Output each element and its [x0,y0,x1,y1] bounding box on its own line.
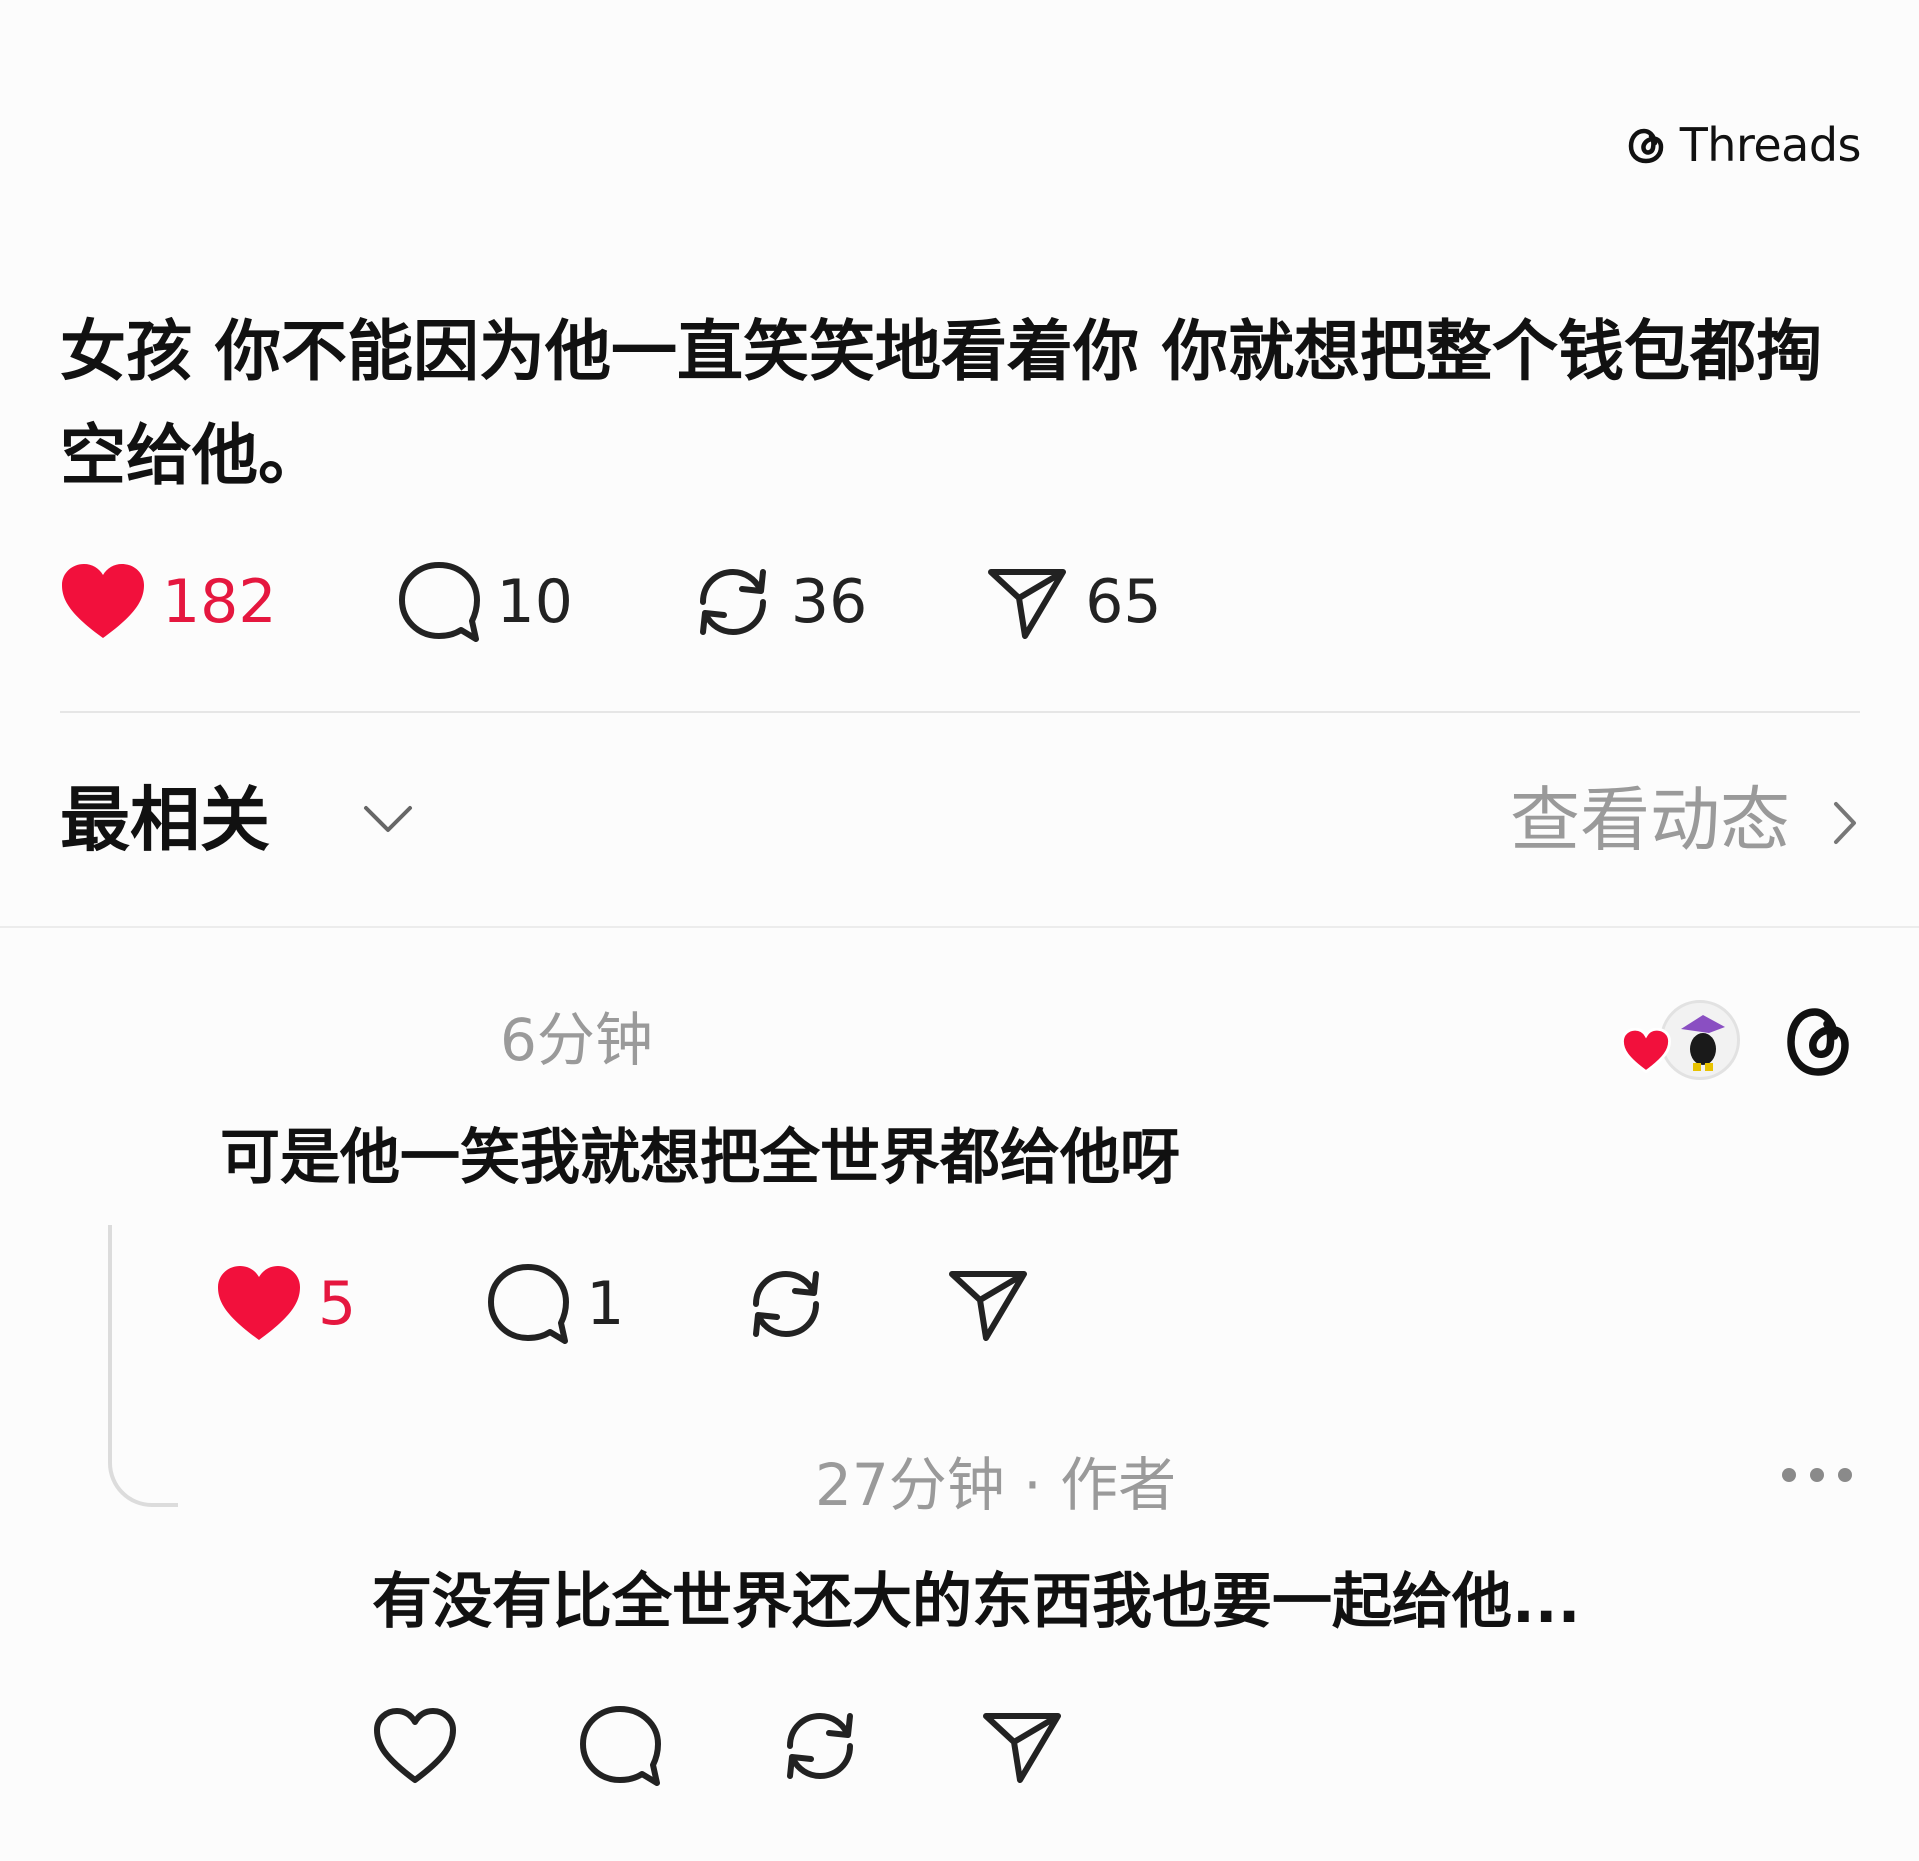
more-dot-icon [1838,1468,1852,1482]
comment-2-time: 27分钟 · 作者 [815,1451,1177,1519]
comment-1-text: 可是他一笑我就想把全世界都给他呀 [220,1123,1180,1193]
comment-2-share-button[interactable] [980,1704,1064,1788]
post-share-button[interactable]: 65 [985,560,1162,644]
chevron-down-icon[interactable] [360,798,416,838]
send-arrow-icon [983,1713,1061,1783]
liked-by-author-indicator [1620,1000,1740,1090]
view-activity-link[interactable]: 查看动态 [1510,780,1790,860]
comment-1-reply-button[interactable]: 1 [486,1262,624,1346]
sort-dropdown[interactable]: 最相关 [60,780,270,860]
comment-bubble-icon [488,1264,570,1344]
comment-1-like-button[interactable]: 5 [216,1264,356,1344]
comment-1-time: 6分钟 [500,1006,653,1074]
post-repost-button[interactable]: 36 [691,560,867,644]
comment-1-like-count: 5 [318,1269,357,1339]
section-divider [0,926,1919,928]
comment-1-action-bar: 5 1 [216,1262,1030,1346]
comment-2-action-bar [372,1704,1064,1788]
post-like-count: 182 [162,567,277,637]
heart-outline-icon [374,1708,456,1783]
repost-arrows-icon [699,568,766,636]
replies-sort-bar: 最相关 查看动态 [60,780,1860,860]
avatar-illustration-icon [1681,1015,1725,1071]
post-share-count: 65 [1085,567,1162,637]
reply-thread-line [108,1225,178,1507]
more-options-button[interactable] [1782,1468,1852,1482]
post-action-bar: 182 10 36 65 [60,560,1162,644]
brand-label: Threads [1679,118,1862,172]
repost-arrows-icon [787,1712,853,1780]
post-reply-count: 10 [496,567,573,637]
post-like-button[interactable]: 182 [60,562,277,642]
comment-2-reply-button[interactable] [578,1704,662,1788]
comment-1-reply-count: 1 [586,1269,625,1339]
post-text: 女孩 你不能因为他一直笑笑地看着你 你就想把整个钱包都掏空给他。 [60,313,1822,494]
chevron-right-icon[interactable] [1830,800,1860,846]
comment-1-repost-button[interactable] [744,1262,828,1346]
comment-1-share-button[interactable] [946,1262,1030,1346]
more-dot-icon [1810,1468,1824,1482]
more-dot-icon [1782,1468,1796,1482]
repost-arrows-icon [753,1270,820,1338]
avatar [1660,1000,1740,1080]
comment-2-repost-button[interactable] [778,1704,862,1788]
liked-heart-icon [1620,1028,1672,1074]
post-reply-button[interactable]: 10 [397,560,573,644]
comment-bubble-icon [580,1706,661,1786]
post-divider [60,711,1860,713]
comment-2-text: 有没有比全世界还大的东西我也要一起给他... [372,1567,1581,1637]
send-arrow-icon [949,1271,1028,1341]
send-arrow-icon [988,569,1067,639]
threads-logo-icon[interactable] [1782,1000,1854,1084]
heart-filled-icon [218,1266,300,1340]
heart-filled-icon [62,564,144,638]
threads-logo-icon [1628,128,1663,164]
threads-brand: Threads [1622,118,1862,172]
threads-post-page: Threads 女孩 你不能因为他一直笑笑地看着你 你就想把整个钱包都掏空给他。… [0,0,1919,1861]
comment-bubble-icon [398,562,480,642]
comment-2-like-button[interactable] [372,1706,458,1786]
post-repost-count: 36 [790,567,868,637]
